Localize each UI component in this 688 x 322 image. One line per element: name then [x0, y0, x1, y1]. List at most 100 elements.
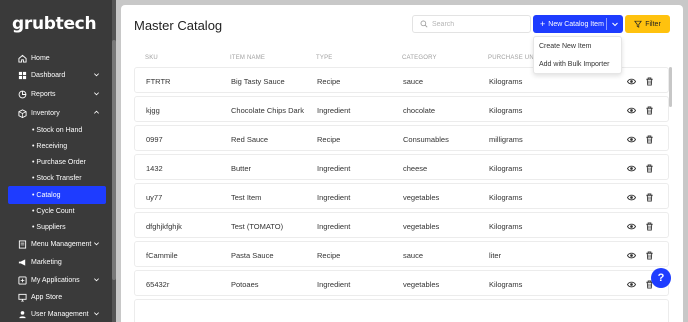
search-box[interactable]	[412, 15, 531, 33]
sidebar: grubtech Home Dashboard Reports Inventor…	[0, 0, 116, 322]
user-icon	[18, 310, 27, 319]
menu-icon	[18, 239, 27, 249]
apps-icon	[18, 275, 27, 285]
sidebar-item-label: Inventory	[31, 109, 60, 117]
sidebar-item-reports[interactable]: Reports	[8, 85, 106, 103]
cell-sku: FTRTR	[146, 77, 171, 86]
cell-purchase-unit: Kilograms	[489, 193, 523, 202]
sidebar-item-menu-management[interactable]: Menu Management	[8, 235, 106, 253]
new-item-dropdown-menu: Create New Item Add with Bulk Importer	[533, 36, 622, 74]
table-scrollbar[interactable]	[669, 67, 672, 107]
view-icon[interactable]	[627, 193, 636, 202]
sidebar-item-dashboard[interactable]: Dashboard	[8, 66, 106, 84]
new-catalog-item-label: New Catalog Item	[548, 20, 604, 28]
cell-type: Recipe	[317, 251, 341, 260]
view-icon[interactable]	[627, 222, 636, 231]
table-row[interactable]: uy77 Test Item Ingredient vegetables Kilogra…	[134, 183, 669, 209]
new-catalog-item-button[interactable]: + New Catalog Item	[533, 15, 623, 33]
sidebar-item-marketing[interactable]: Marketing	[8, 253, 106, 271]
sidebar-item-home[interactable]: Home	[8, 49, 106, 67]
table-row[interactable]: fCammile Pasta Sauce Recipe sauce liter	[134, 241, 669, 267]
column-header-type[interactable]: TYPE	[316, 55, 332, 61]
cell-sku: kjgg	[146, 106, 160, 115]
cell-sku: 65432r	[146, 280, 170, 289]
cell-category: vegetables	[403, 222, 440, 231]
chevron-down-icon	[94, 278, 99, 282]
table-row[interactable]: kjgg Chocolate Chips Dark Ingredient chocol…	[134, 96, 669, 122]
cell-item-name: Big Tasty Sauce	[231, 77, 285, 86]
filter-button[interactable]: Filter	[625, 15, 670, 33]
column-header-purchase-unit[interactable]: PURCHASE UNIT	[488, 55, 540, 61]
cell-type: Ingredient	[317, 280, 351, 289]
menu-item-create-new-item[interactable]: Create New Item	[534, 37, 621, 55]
sidebar-scrollbar[interactable]	[112, 0, 116, 322]
delete-icon[interactable]	[645, 106, 654, 115]
table-row[interactable]: 1432 Butter Ingredient cheese Kilograms	[134, 154, 669, 180]
cell-type: Recipe	[317, 77, 341, 86]
cell-category: sauce	[403, 77, 424, 86]
view-icon[interactable]	[627, 106, 636, 115]
chevron-down-icon	[94, 92, 99, 96]
menu-item-add-with-bulk-importer[interactable]: Add with Bulk Importer	[534, 55, 621, 73]
delete-icon[interactable]	[645, 193, 654, 202]
cell-sku: dfghjkfghjk	[146, 222, 182, 231]
inventory-icon	[18, 108, 27, 118]
cell-type: Ingredient	[317, 222, 351, 231]
sidebar-item-stock-transfer[interactable]: • Stock Transfer	[8, 169, 106, 187]
sidebar-item-app-store[interactable]: App Store	[8, 288, 106, 306]
table-row[interactable]: dfghjkfghjk Test (TOMATO) Ingredient vegeta…	[134, 212, 669, 238]
column-header-item-name[interactable]: ITEM NAME	[230, 55, 265, 61]
grubtech-logo[interactable]: grubtech	[12, 14, 97, 34]
view-icon[interactable]	[627, 77, 636, 86]
chevron-down-icon	[94, 312, 99, 316]
column-header-sku[interactable]: SKU	[145, 55, 158, 61]
sidebar-item-label: Dashboard	[31, 71, 66, 79]
cell-category: sauce	[403, 251, 424, 260]
cell-sku: fCammile	[146, 251, 178, 260]
sidebar-scrollbar-thumb[interactable]	[112, 40, 116, 280]
view-icon[interactable]	[627, 164, 636, 173]
dashboard-icon	[18, 71, 27, 80]
delete-icon[interactable]	[645, 77, 654, 86]
sidebar-item-label: • Stock on Hand	[32, 126, 83, 134]
cell-sku: uy77	[146, 193, 163, 202]
view-icon[interactable]	[627, 251, 636, 260]
delete-icon[interactable]	[645, 164, 654, 173]
table-row[interactable]: 0997 Red Sauce Recipe Consumables milligrams	[134, 125, 669, 151]
sidebar-item-suppliers[interactable]: • Suppliers	[8, 218, 106, 236]
page-title: Master Catalog	[134, 18, 223, 33]
home-icon	[18, 54, 27, 63]
delete-icon[interactable]	[645, 135, 654, 144]
sidebar-item-label: • Purchase Order	[32, 158, 86, 166]
sidebar-item-label: My Applications	[31, 276, 80, 284]
delete-icon[interactable]	[645, 222, 654, 231]
cell-purchase-unit: milligrams	[489, 135, 523, 144]
cell-item-name: Butter	[231, 164, 252, 173]
sidebar-item-label: User Management	[31, 310, 89, 318]
delete-icon[interactable]	[645, 251, 654, 260]
cell-purchase-unit: Kilograms	[489, 164, 523, 173]
chevron-down-icon[interactable]	[611, 20, 619, 28]
view-icon[interactable]	[627, 280, 636, 289]
chevron-down-icon	[94, 73, 99, 77]
help-button[interactable]: ?	[651, 268, 671, 288]
chevron-down-icon	[94, 242, 99, 246]
chevron-up-icon	[94, 110, 99, 114]
sidebar-item-user-management[interactable]: User Management	[8, 305, 106, 322]
reports-icon	[18, 90, 27, 99]
column-header-category[interactable]: CATEGORY	[402, 55, 437, 61]
view-icon[interactable]	[627, 135, 636, 144]
sidebar-item-inventory[interactable]: Inventory	[8, 104, 106, 122]
cell-type: Ingredient	[317, 164, 351, 173]
sidebar-item-my-applications[interactable]: My Applications	[8, 271, 106, 289]
table-row[interactable]: 65432r Potoaes Ingredient vegetables Kilogra…	[134, 270, 669, 296]
table-row[interactable]	[134, 299, 669, 322]
sidebar-item-label: • Stock Transfer	[32, 174, 82, 182]
cell-sku: 0997	[146, 135, 163, 144]
sidebar-item-label: • Receiving	[32, 142, 68, 150]
marketing-icon	[18, 258, 27, 267]
cell-item-name: Chocolate Chips Dark	[231, 106, 304, 115]
search-input[interactable]	[432, 20, 527, 28]
cell-item-name: Potoaes	[231, 280, 259, 289]
store-icon	[18, 293, 27, 302]
